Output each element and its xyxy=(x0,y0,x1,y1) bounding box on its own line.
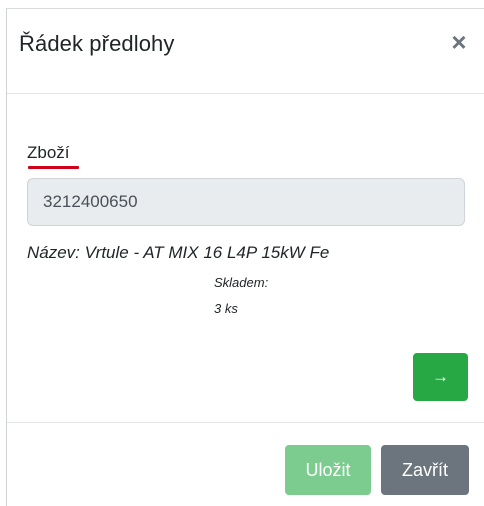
product-label: Zboží xyxy=(27,143,70,162)
product-code-input[interactable] xyxy=(27,178,465,226)
save-button[interactable]: Uložit xyxy=(285,445,371,495)
close-icon[interactable]: × xyxy=(447,29,471,55)
product-label-underline xyxy=(28,166,79,169)
stock-value: 3 ks xyxy=(214,301,238,316)
stock-label: Skladem: xyxy=(214,275,269,290)
close-button[interactable]: Zavřít xyxy=(381,445,469,495)
confirm-product-button[interactable]: → xyxy=(413,353,468,401)
arrow-right-icon: → xyxy=(432,367,449,386)
header-divider xyxy=(7,93,484,94)
footer-divider xyxy=(7,422,484,423)
product-name: Název: Vrtule - AT MIX 16 L4P 15kW Fe xyxy=(27,243,330,262)
modal-dialog: Řádek předlohy × Zboží Název: Vrtule - A… xyxy=(0,0,484,506)
modal-title: Řádek předlohy xyxy=(19,31,175,56)
